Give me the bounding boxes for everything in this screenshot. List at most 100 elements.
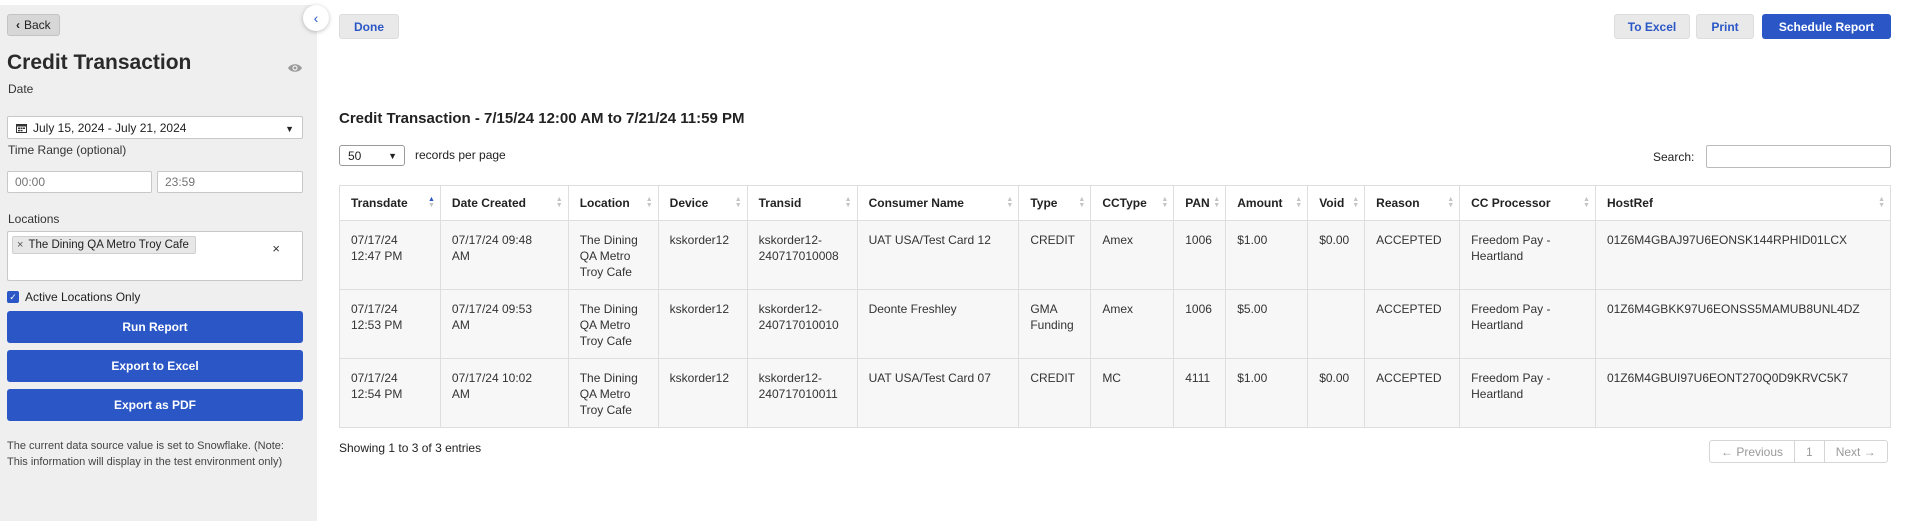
chevron-down-icon: ▼ (388, 151, 397, 161)
sort-icon: ▲ ▼ (844, 196, 852, 209)
column-header-label: Location (579, 196, 630, 210)
table-cell: $5.00 (1225, 289, 1309, 359)
column-header-label: Transid (758, 196, 802, 210)
table-cell: 07/17/24 09:48 AM (439, 220, 569, 290)
column-header[interactable]: Type ▲ ▼ (1018, 185, 1092, 221)
time-from-input[interactable] (7, 171, 152, 193)
column-header-label: Amount (1237, 196, 1283, 210)
transactions-table: Transdate ▲ ▼ Date Created ▲ ▼ Location ▲ ▼ Devic… (339, 185, 1892, 428)
previous-page-button[interactable]: ← Previous (1710, 441, 1794, 462)
collapse-sidebar-button[interactable]: ‹ (303, 5, 329, 31)
table-cell: Amex (1090, 289, 1175, 359)
page-title: Credit Transaction (7, 51, 192, 74)
table-header-row: Transdate ▲ ▼ Date Created ▲ ▼ Location ▲ ▼ Devic… (339, 185, 1892, 221)
table-cell: 07/17/24 12:47 PM (339, 220, 441, 290)
column-header[interactable]: Date Created ▲ ▼ (439, 185, 569, 221)
remove-tag-icon[interactable]: × (17, 239, 23, 251)
eye-icon[interactable] (287, 62, 303, 74)
pagination: ← Previous 1 Next → (1709, 440, 1888, 463)
table-cell: $0.00 (1307, 220, 1366, 290)
records-per-page-select[interactable]: 50 ▼ (339, 145, 405, 166)
table-cell: 1006 (1173, 289, 1227, 359)
table-cell: Deonte Freshley (856, 289, 1020, 359)
caret-down-icon: ▼ (285, 124, 294, 134)
table-cell: Amex (1090, 220, 1175, 290)
chevron-left-icon: ‹ (16, 18, 20, 32)
table-cell: $1.00 (1225, 220, 1309, 290)
run-report-button[interactable]: Run Report (7, 311, 303, 343)
locations-multiselect[interactable]: × The Dining QA Metro Troy Cafe × (7, 231, 303, 281)
column-header[interactable]: CCType ▲ ▼ (1090, 185, 1175, 221)
export-excel-button[interactable]: Export to Excel (7, 350, 303, 382)
column-header[interactable]: PAN ▲ ▼ (1173, 185, 1227, 221)
column-header[interactable]: Consumer Name ▲ ▼ (856, 185, 1020, 221)
sort-icon: ▲ ▼ (1006, 196, 1014, 209)
location-tag: × The Dining QA Metro Troy Cafe (12, 236, 196, 254)
column-header-label: PAN (1185, 196, 1210, 210)
table-row[interactable]: 07/17/24 12:47 PM 07/17/24 09:48 AM The Di… (339, 220, 1892, 290)
column-header-label: Reason (1376, 196, 1420, 210)
column-header[interactable]: Transdate ▲ ▼ (339, 185, 441, 221)
search-label: Search: (1653, 150, 1695, 164)
records-per-page-label: records per page (415, 148, 506, 162)
page-1-button[interactable]: 1 (1794, 441, 1824, 462)
column-header[interactable]: Reason ▲ ▼ (1364, 185, 1461, 221)
print-button[interactable]: Print (1696, 14, 1754, 39)
table-cell: 07/17/24 09:53 AM (439, 289, 569, 359)
column-header[interactable]: Transid ▲ ▼ (746, 185, 858, 221)
date-range-select[interactable]: July 15, 2024 - July 21, 2024 ▼ (7, 116, 303, 139)
time-range-label: Time Range (optional) (8, 143, 127, 157)
column-header-label: Device (669, 196, 709, 210)
to-excel-button[interactable]: To Excel (1614, 14, 1690, 39)
table-cell: UAT USA/Test Card 07 (856, 358, 1020, 428)
entries-info: Showing 1 to 3 of 3 entries (339, 441, 482, 455)
next-page-button[interactable]: Next → (1823, 441, 1887, 462)
table-cell: The Dining QA Metro Troy Cafe (567, 358, 659, 428)
sort-icon: ▲ ▼ (1583, 196, 1590, 209)
sort-icon: ▲ ▼ (1161, 196, 1169, 209)
table-cell: kskorder12- 240717010008 (746, 220, 858, 290)
table-cell: ACCEPTED (1364, 289, 1461, 359)
table-cell: Freedom Pay - Heartland (1459, 289, 1596, 359)
sort-icon: ▲ ▼ (427, 196, 435, 209)
column-header[interactable]: Location ▲ ▼ (567, 185, 659, 221)
column-header[interactable]: Amount ▲ ▼ (1225, 185, 1309, 221)
column-header-label: CCType (1102, 196, 1147, 210)
table-row[interactable]: 07/17/24 12:54 PM 07/17/24 10:02 AM The Di… (339, 358, 1892, 428)
column-header[interactable]: Void ▲ ▼ (1307, 185, 1366, 221)
table-cell: MC (1090, 358, 1175, 428)
back-button[interactable]: ‹ Back (7, 14, 60, 36)
done-button[interactable]: Done (339, 14, 399, 39)
search-input[interactable] (1706, 145, 1891, 168)
active-locations-checkbox-row[interactable]: ✓ Active Locations Only (7, 290, 140, 304)
table-row[interactable]: 07/17/24 12:53 PM 07/17/24 09:53 AM The Di… (339, 289, 1892, 359)
column-header-label: HostRef (1606, 196, 1653, 210)
sort-icon: ▲ ▼ (1078, 196, 1086, 209)
sort-icon: ▲ ▼ (734, 196, 742, 209)
clear-selection-icon[interactable]: × (272, 241, 280, 256)
data-source-note: The current data source value is set to … (7, 440, 284, 468)
table-cell: 01Z6M4GBUI97U6EONT270Q0D9KRVC5K7 (1594, 358, 1892, 428)
column-header[interactable]: Device ▲ ▼ (657, 185, 748, 221)
sort-icon: ▲ ▼ (645, 196, 653, 209)
active-locations-checkbox[interactable]: ✓ (7, 291, 19, 303)
table-cell: kskorder12- 240717010011 (746, 358, 858, 428)
calendar-icon (16, 123, 27, 133)
column-header[interactable]: CC Processor ▲ ▼ (1459, 185, 1596, 221)
column-header-label: Consumer Name (868, 196, 964, 210)
table-cell: ACCEPTED (1364, 358, 1461, 428)
column-header[interactable]: HostRef ▲ ▼ (1594, 185, 1892, 221)
table-cell: 1006 (1173, 220, 1227, 290)
table-cell (1307, 289, 1366, 359)
table-cell: ACCEPTED (1364, 220, 1461, 290)
sidebar: ‹ Back Credit Transaction Date July 15, … (0, 5, 317, 521)
time-to-input[interactable] (157, 171, 303, 193)
schedule-report-button[interactable]: Schedule Report (1762, 14, 1891, 39)
table-cell: CREDIT (1018, 358, 1092, 428)
column-header-label: CC Processor (1471, 196, 1551, 210)
table-cell: The Dining QA Metro Troy Cafe (567, 220, 659, 290)
table-cell: 01Z6M4GBAJ97U6EONSK144RPHID01LCX (1594, 220, 1892, 290)
table-cell: CREDIT (1018, 220, 1092, 290)
table-body: 07/17/24 12:47 PM 07/17/24 09:48 AM The Di… (339, 220, 1892, 428)
export-pdf-button[interactable]: Export as PDF (7, 389, 303, 421)
